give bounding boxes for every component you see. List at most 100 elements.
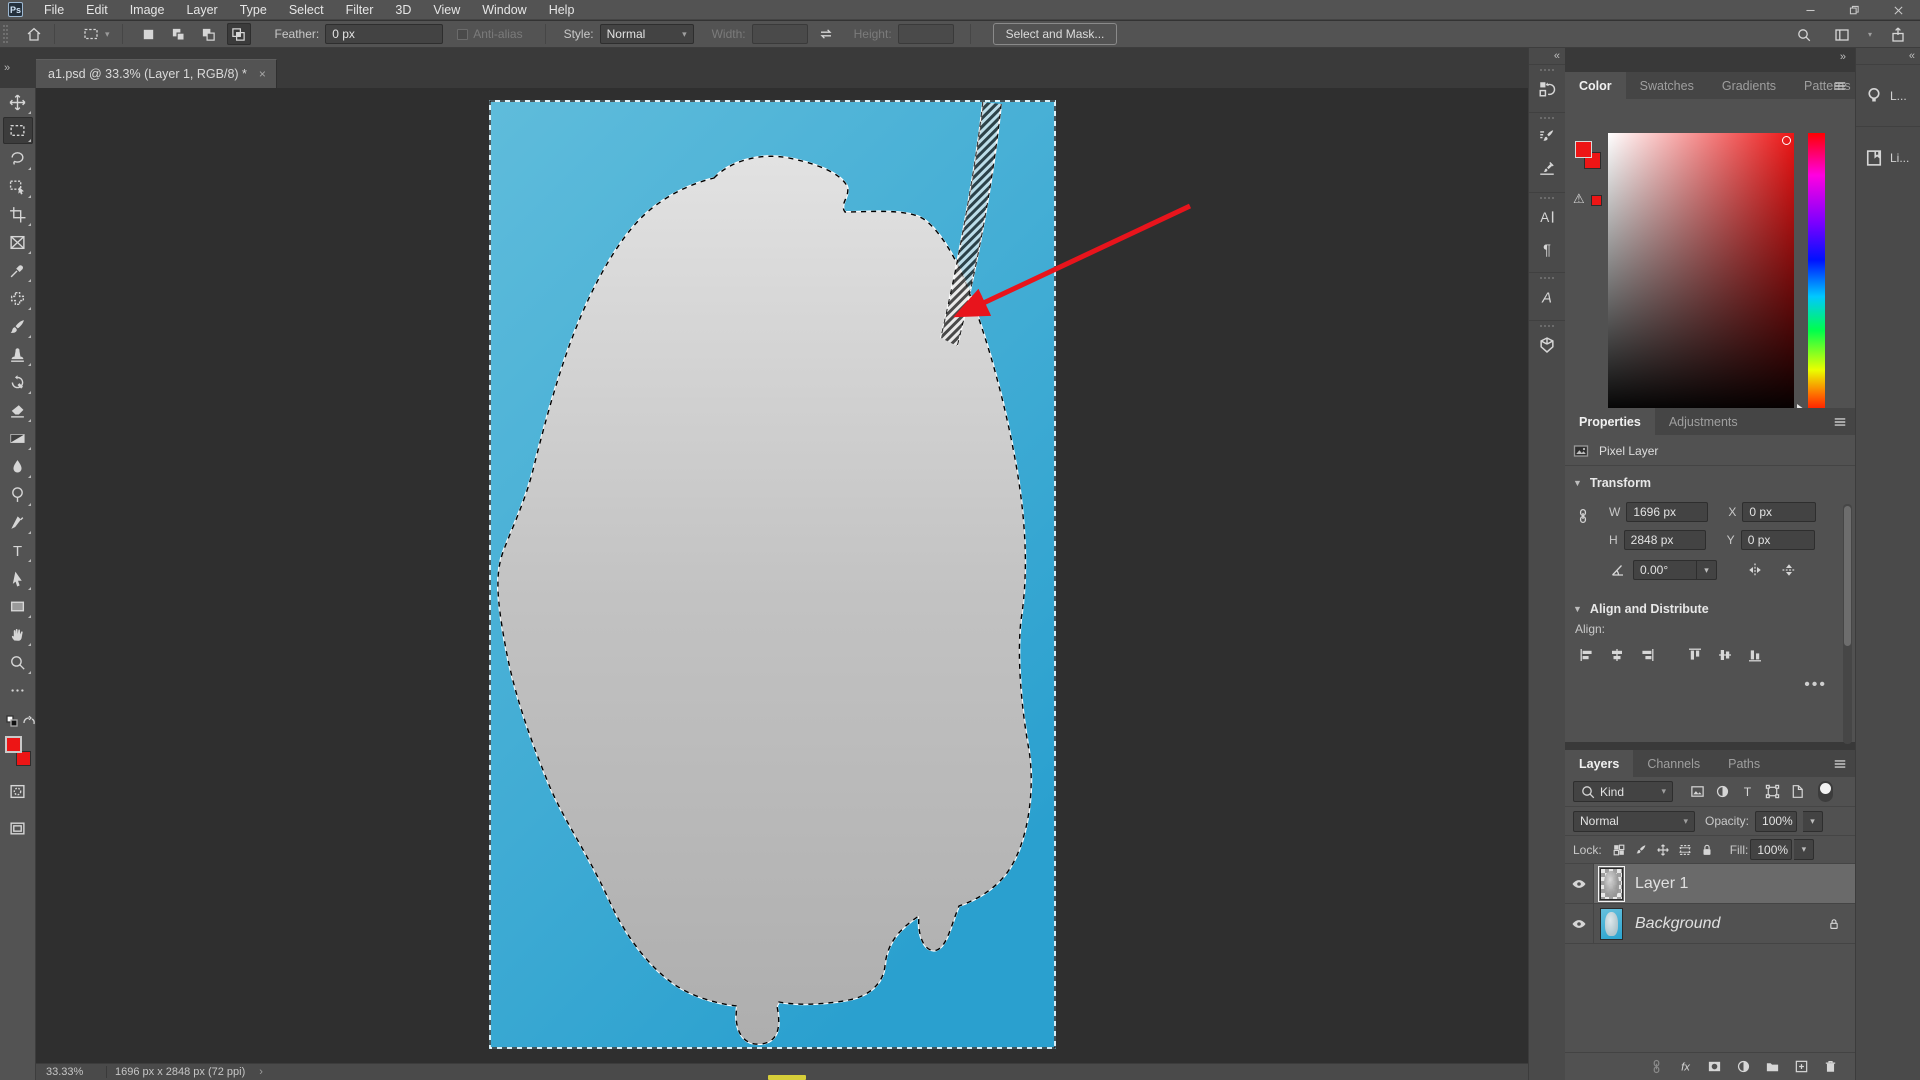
rectangular-marquee-tool[interactable]: [3, 117, 33, 144]
lock-artboard-icon[interactable]: [1674, 839, 1696, 861]
eraser-tool[interactable]: [3, 397, 33, 424]
status-chevron-icon[interactable]: ›: [259, 1066, 263, 1078]
cube-3d-panel-icon[interactable]: [1533, 330, 1561, 360]
link-layers-icon[interactable]: [1645, 1056, 1667, 1078]
color-tab-swatches[interactable]: Swatches: [1626, 72, 1708, 99]
image-filter-icon[interactable]: [1685, 781, 1710, 803]
lasso-tool[interactable]: [3, 145, 33, 172]
adjustment-filter-icon[interactable]: [1710, 781, 1735, 803]
link-dimensions-icon[interactable]: [1575, 508, 1591, 524]
dodge-tool[interactable]: [3, 481, 33, 508]
tool-presets-panel-icon[interactable]: [1533, 154, 1561, 184]
screen-mode-button[interactable]: [3, 815, 33, 842]
options-grip[interactable]: [3, 25, 8, 43]
menu-help[interactable]: Help: [538, 0, 586, 20]
align-right-icon[interactable]: [1635, 644, 1659, 666]
delete-layer-icon[interactable]: [1819, 1056, 1841, 1078]
lock-paint-icon[interactable]: [1630, 839, 1652, 861]
glyphs-panel-icon[interactable]: A: [1533, 282, 1561, 312]
align-hcenter-icon[interactable]: [1605, 644, 1629, 666]
properties-scrollbar[interactable]: [1843, 504, 1852, 744]
pen-tool[interactable]: [3, 509, 33, 536]
layer-thumbnail[interactable]: [1600, 868, 1623, 900]
align-bottom-icon[interactable]: [1743, 644, 1767, 666]
dock-grip[interactable]: [1540, 197, 1554, 199]
fill-dropdown-icon[interactable]: ▾: [1794, 839, 1814, 860]
search-icon[interactable]: [1792, 24, 1816, 46]
paragraph-panel-icon[interactable]: ¶: [1533, 234, 1561, 264]
new-selection-icon[interactable]: [137, 23, 161, 45]
crop-tool[interactable]: [3, 201, 33, 228]
swap-dimensions-icon[interactable]: [818, 26, 834, 42]
properties-tab-adjustments[interactable]: Adjustments: [1655, 408, 1752, 435]
menu-layer[interactable]: Layer: [175, 0, 228, 20]
properties-tab-properties[interactable]: Properties: [1565, 408, 1655, 435]
layer-row-main[interactable]: Background: [1594, 904, 1855, 943]
brush-settings-panel-icon[interactable]: [1533, 122, 1561, 152]
zoom-tool[interactable]: [3, 649, 33, 676]
hue-slider[interactable]: [1808, 133, 1825, 415]
frame-tool[interactable]: [3, 229, 33, 256]
canvas-viewport[interactable]: [36, 88, 1528, 1063]
layers-tab-channels[interactable]: Channels: [1633, 750, 1714, 777]
move-tool[interactable]: [3, 89, 33, 116]
menu-type[interactable]: Type: [229, 0, 278, 20]
menu-edit[interactable]: Edit: [75, 0, 119, 20]
layers-tab-paths[interactable]: Paths: [1714, 750, 1774, 777]
document-tab[interactable]: a1.psd @ 33.3% (Layer 1, RGB/8) * ×: [36, 59, 277, 88]
book-panel-item[interactable]: Li...: [1856, 126, 1920, 188]
color-menu-icon[interactable]: [1833, 79, 1847, 93]
toolbar-collapse-icon[interactable]: »: [4, 62, 9, 74]
tab-close-icon[interactable]: ×: [259, 67, 266, 81]
hand-tool[interactable]: [3, 621, 33, 648]
tool-preset-marquee-icon[interactable]: [79, 23, 103, 45]
share-icon[interactable]: [1886, 24, 1910, 46]
path-selection-tool[interactable]: [3, 565, 33, 592]
quick-mask-button[interactable]: [3, 778, 33, 805]
color-tab-color[interactable]: Color: [1565, 72, 1626, 99]
align-vcenter-icon[interactable]: [1713, 644, 1737, 666]
restore-button[interactable]: [1832, 0, 1876, 20]
style-dropdown[interactable]: Normal▾: [600, 24, 694, 44]
add-selection-icon[interactable]: [167, 23, 191, 45]
height-value-input[interactable]: 2848 px: [1624, 530, 1706, 550]
subtract-selection-icon[interactable]: [197, 23, 221, 45]
layer-row[interactable]: Layer 1: [1565, 864, 1855, 904]
dock-grip[interactable]: [1540, 117, 1554, 119]
lightbulb-panel-item[interactable]: L...: [1856, 64, 1920, 126]
history-brush-tool[interactable]: [3, 369, 33, 396]
shape-filter-icon[interactable]: [1760, 781, 1785, 803]
kind-filter-dropdown[interactable]: Kind▾: [1573, 781, 1673, 802]
menu-select[interactable]: Select: [278, 0, 335, 20]
workspace-chevron-icon[interactable]: ▾: [1868, 30, 1872, 39]
blend-mode-dropdown[interactable]: Normal▾: [1573, 811, 1695, 832]
visibility-toggle[interactable]: [1565, 864, 1594, 903]
menu-image[interactable]: Image: [119, 0, 176, 20]
layer-row[interactable]: Background: [1565, 904, 1855, 944]
menu-file[interactable]: File: [33, 0, 75, 20]
type-filter-icon[interactable]: T: [1735, 781, 1760, 803]
select-and-mask-button[interactable]: Select and Mask...: [993, 23, 1118, 45]
layers-tab-layers[interactable]: Layers: [1565, 750, 1633, 777]
width-value-input[interactable]: 1696 px: [1626, 502, 1708, 522]
far-dock-collapse-icon[interactable]: «: [1856, 48, 1920, 64]
dock-grip[interactable]: [1540, 69, 1554, 71]
fill-input[interactable]: 100%: [1750, 839, 1792, 860]
color-field[interactable]: [1608, 133, 1794, 415]
filter-toggle[interactable]: [1818, 781, 1833, 802]
zoom-level[interactable]: 33.33%: [46, 1066, 98, 1078]
default-colors-icon[interactable]: [5, 714, 21, 730]
align-section-header[interactable]: ▼Align and Distribute: [1565, 592, 1855, 620]
properties-menu-icon[interactable]: [1833, 415, 1847, 429]
rectangle-tool[interactable]: [3, 593, 33, 620]
ellipsis-tool[interactable]: [3, 677, 33, 704]
character-panel-icon[interactable]: A: [1533, 202, 1561, 232]
tool-preset-chevron-icon[interactable]: ▾: [105, 29, 110, 40]
dock-grip[interactable]: [1540, 325, 1554, 327]
y-value-input[interactable]: 0 px: [1741, 530, 1815, 550]
layer-mask-icon[interactable]: [1703, 1056, 1725, 1078]
dock-grip[interactable]: [1540, 277, 1554, 279]
lock-all-icon[interactable]: [1696, 839, 1718, 861]
panel-foreground-swatch[interactable]: [1575, 141, 1592, 158]
background-color-swatch[interactable]: [16, 751, 31, 766]
